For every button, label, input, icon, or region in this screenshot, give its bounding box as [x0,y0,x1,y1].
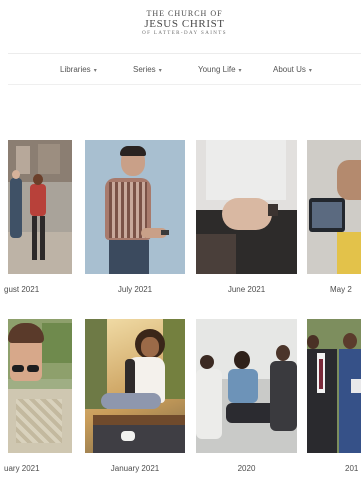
issue-caption[interactable]: 201 [345,464,361,473]
issue-caption[interactable]: gust 2021 [4,285,74,294]
issue-cover-july-2021[interactable] [85,140,185,274]
cover-art [42,323,72,363]
cover-art [276,345,290,361]
issue-cover-february-2021[interactable] [8,319,72,453]
cover-art [228,369,258,403]
issue-cover-august-2021[interactable] [8,140,72,274]
cover-art [101,393,161,409]
issue-caption[interactable]: 2020 [196,464,297,473]
cover-art [312,202,342,228]
issue-cover-2019[interactable] [307,319,361,453]
cover-art [40,216,45,260]
cover-art [93,415,185,425]
issue-cover-2020[interactable] [196,319,297,453]
cover-art [109,240,149,274]
cover-art [12,365,24,372]
issue-cover-may-2021[interactable] [307,140,361,274]
issue-caption[interactable]: June 2021 [196,285,297,294]
cover-art [32,216,37,260]
cover-art [339,349,361,453]
issue-caption[interactable]: January 2021 [85,464,185,473]
cover-art [27,365,39,372]
page: THE CHURCH OF JESUS CHRIST OF LATTER-DAY… [0,0,361,479]
cover-art [319,359,323,389]
cover-art [10,178,22,238]
cover-art [161,230,169,235]
cover-art [337,232,361,274]
cover-art [196,234,236,274]
cover-art [93,425,185,453]
cover-art [234,351,250,369]
cover-art [33,174,43,185]
cover-art [12,170,20,179]
issue-caption[interactable]: July 2021 [85,285,185,294]
issue-cover-june-2021[interactable] [196,140,297,274]
cover-art [16,399,62,443]
cover-art [337,160,361,200]
cover-art [222,198,272,230]
cover-art [206,140,286,200]
cover-art [163,319,185,399]
issue-cover-january-2021[interactable] [85,319,185,453]
issue-gallery: gust 2021 July 2021 June 2021 May 2 uary… [0,0,361,479]
cover-art [343,333,357,349]
issue-caption[interactable]: May 2 [330,285,361,294]
cover-art [268,204,278,216]
cover-art [226,403,276,423]
cover-art [307,335,319,349]
cover-art [30,184,46,216]
cover-art [270,361,297,431]
cover-art [120,146,146,156]
cover-art [38,144,60,174]
cover-art [141,337,159,357]
cover-art [121,431,135,441]
cover-art [200,355,214,369]
cover-art [196,369,222,439]
issue-caption[interactable]: uary 2021 [4,464,74,473]
cover-art [351,379,361,393]
